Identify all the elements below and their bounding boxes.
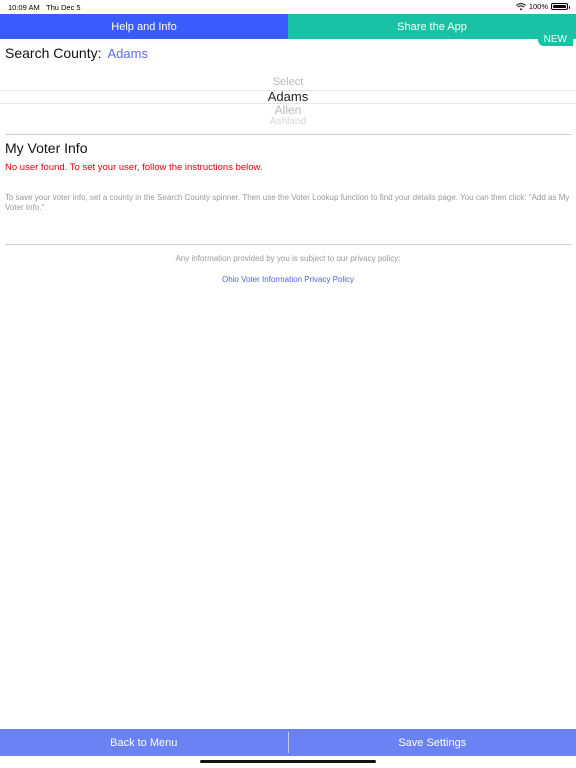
- battery-percent: 100%: [528, 2, 548, 11]
- my-voter-info-heading: My Voter Info: [5, 140, 88, 156]
- bottom-separator: [287, 732, 289, 753]
- status-time: 10:09 AM: [8, 3, 40, 12]
- privacy-policy-link[interactable]: Ohio Voter Information Privacy Policy: [0, 275, 576, 284]
- save-settings-button[interactable]: Save Settings: [289, 729, 576, 756]
- picker-item-selected[interactable]: Adams: [0, 89, 576, 104]
- battery-icon: [551, 3, 570, 10]
- no-user-error: No user found. To set your user, follow …: [5, 162, 263, 173]
- search-county-label: Search County:: [5, 45, 102, 61]
- new-badge: NEW: [537, 34, 573, 46]
- voter-info-instructions: To save your voter info, set a county in…: [5, 193, 570, 212]
- home-indicator: [200, 760, 376, 763]
- picker-item[interactable]: Allen: [0, 103, 576, 117]
- divider: [5, 134, 572, 135]
- bottom-bar: Back to Menu Save Settings: [0, 729, 576, 756]
- picker-item[interactable]: Select: [0, 76, 576, 88]
- status-bar: 10:09 AM Thu Dec 5 100%: [0, 0, 576, 14]
- search-county-value[interactable]: Adams: [108, 46, 148, 61]
- search-county-row: Search County: Adams: [5, 45, 148, 61]
- tab-share-the-app[interactable]: Share the App: [288, 14, 576, 39]
- status-right: 100%: [515, 2, 570, 11]
- privacy-note: Any information provided by you is subje…: [175, 254, 401, 263]
- tab-help-and-info[interactable]: Help and Info: [0, 14, 288, 39]
- divider: [5, 244, 572, 245]
- county-picker[interactable]: Select Adams Allen Ashland: [0, 74, 576, 126]
- wifi-icon: [515, 2, 526, 11]
- status-date: Thu Dec 5: [46, 3, 81, 12]
- back-to-menu-button[interactable]: Back to Menu: [0, 729, 288, 756]
- picker-item[interactable]: Ashland: [0, 116, 576, 126]
- top-tabs: Help and Info Share the App: [0, 14, 576, 39]
